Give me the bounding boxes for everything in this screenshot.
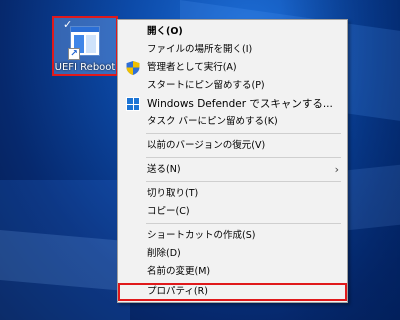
context-menu: 開く(O) ファイルの場所を開く(I) 管理者として実行(A) スタートにピン留… — [117, 19, 348, 303]
menu-item-label: プロパティ(R) — [147, 286, 208, 297]
menu-item-label: タスク バーにピン留めする(K) — [147, 116, 278, 127]
desktop-shortcut-uefi-reboot[interactable]: ✓ ↗ UEFI Reboot — [52, 16, 118, 76]
menu-item-label: Windows Defender でスキャンする... — [147, 98, 333, 110]
menu-item-label: ショートカットの作成(S) — [147, 230, 256, 241]
wallpaper-beam — [0, 230, 120, 291]
menu-item-restore-previous-versions[interactable]: 以前のバージョンの復元(V) — [118, 137, 347, 155]
menu-item-pin-to-start[interactable]: スタートにピン留めする(P) — [118, 77, 347, 95]
menu-separator — [146, 133, 341, 134]
menu-item-label: スタートにピン留めする(P) — [147, 80, 265, 91]
menu-item-label: 送る(N) — [147, 164, 181, 175]
menu-item-label: 開く(O) — [147, 26, 183, 37]
menu-item-send-to[interactable]: 送る(N) › — [118, 161, 347, 179]
menu-separator — [146, 157, 341, 158]
menu-item-label: コピー(C) — [147, 206, 190, 217]
chevron-right-icon: › — [334, 163, 339, 176]
menu-item-delete[interactable]: 削除(D) — [118, 245, 347, 263]
windows-defender-icon — [126, 97, 140, 111]
menu-item-label: 切り取り(T) — [147, 188, 199, 199]
menu-item-label: 管理者として実行(A) — [147, 62, 237, 73]
menu-item-open[interactable]: 開く(O) — [118, 23, 347, 41]
menu-item-properties[interactable]: プロパティ(R) — [118, 283, 347, 301]
menu-item-label: 以前のバージョンの復元(V) — [147, 140, 266, 151]
menu-item-label: 削除(D) — [147, 248, 181, 259]
menu-item-defender-scan[interactable]: Windows Defender でスキャンする... — [118, 95, 347, 113]
menu-item-rename[interactable]: 名前の変更(M) — [118, 263, 347, 281]
desktop-icon-label: UEFI Reboot — [54, 62, 116, 73]
menu-separator — [146, 223, 341, 224]
menu-item-cut[interactable]: 切り取り(T) — [118, 185, 347, 203]
menu-item-label: 名前の変更(M) — [147, 266, 211, 277]
menu-item-open-file-location[interactable]: ファイルの場所を開く(I) — [118, 41, 347, 59]
shortcut-arrow-icon: ↗ — [68, 48, 80, 60]
uac-shield-icon — [126, 61, 140, 75]
menu-item-create-shortcut[interactable]: ショートカットの作成(S) — [118, 227, 347, 245]
menu-item-copy[interactable]: コピー(C) — [118, 203, 347, 221]
menu-item-label: ファイルの場所を開く(I) — [147, 44, 253, 55]
menu-separator — [146, 181, 341, 182]
menu-item-pin-to-taskbar[interactable]: タスク バーにピン留めする(K) — [118, 113, 347, 131]
menu-item-run-as-admin[interactable]: 管理者として実行(A) — [118, 59, 347, 77]
